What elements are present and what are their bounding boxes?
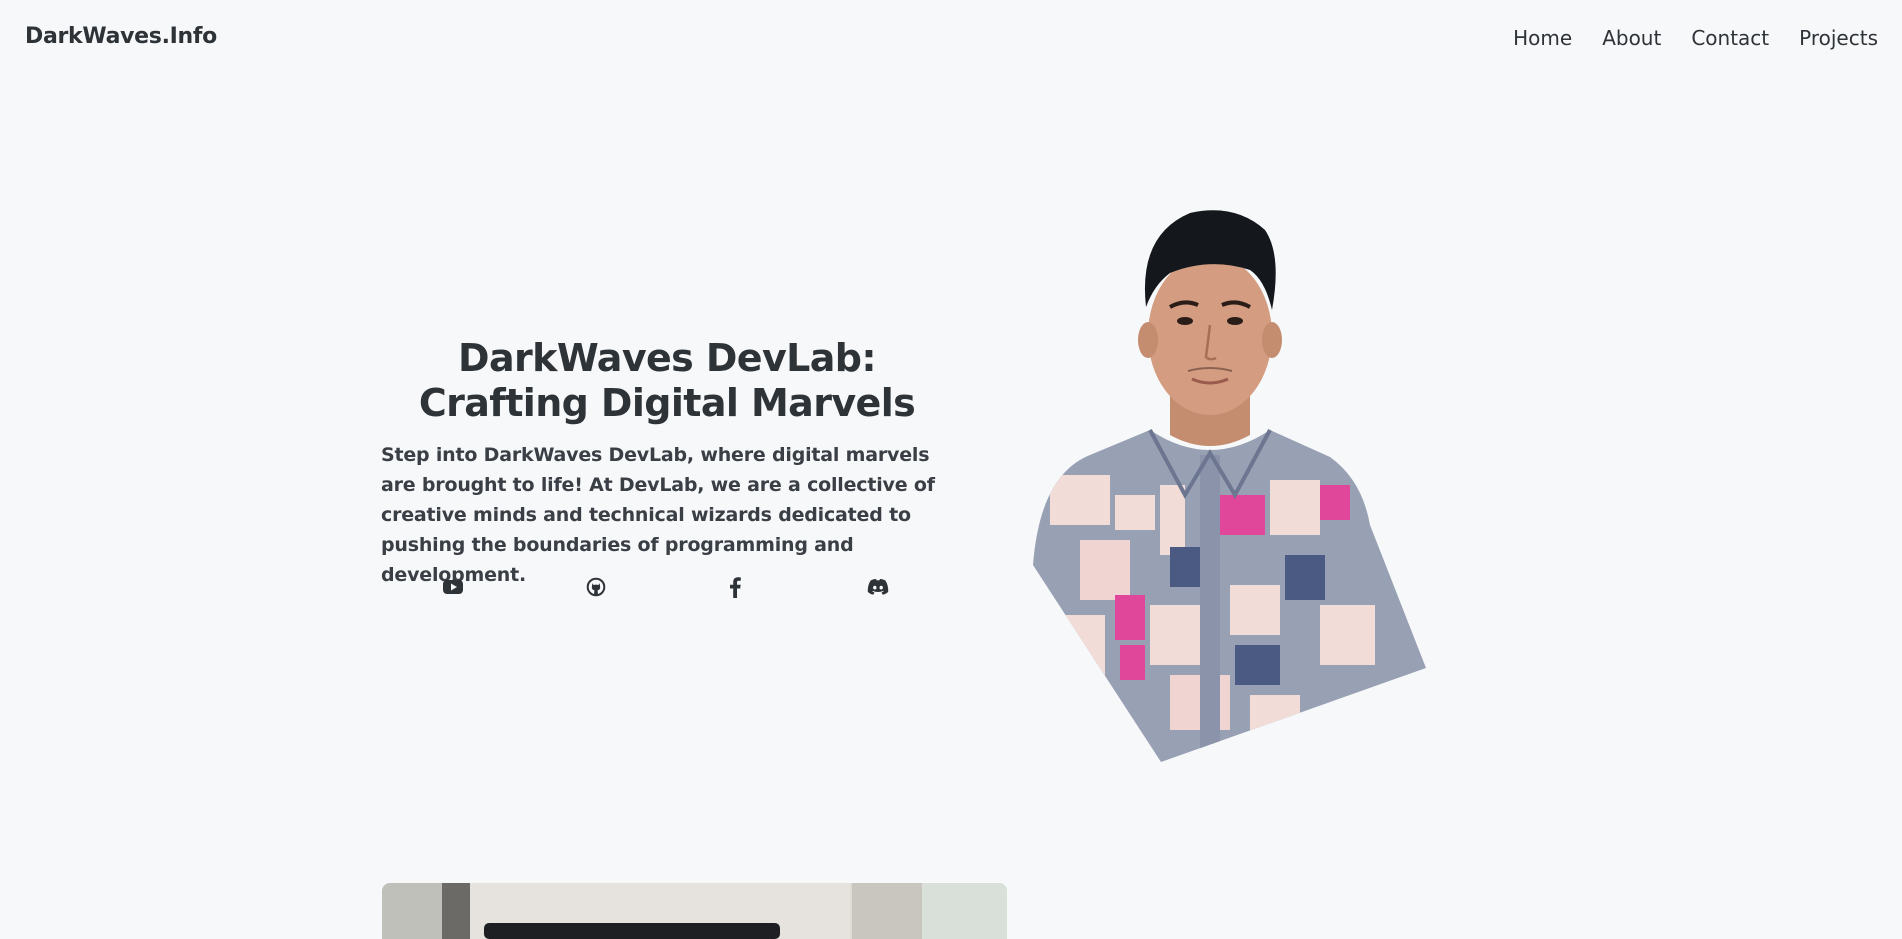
nav-link-about[interactable]: About [1602,26,1661,50]
github-link[interactable] [583,574,609,600]
hero-description: Step into DarkWaves DevLab, where digita… [381,444,935,586]
navbar: DarkWaves.Info Home About Contact Projec… [0,0,1902,80]
site-logo-text[interactable]: DarkWaves.Info [25,24,217,49]
github-icon [586,577,606,597]
hero-title: DarkWaves DevLab: Crafting Digital Marve… [418,336,916,425]
nav-link-home[interactable]: Home [1513,26,1572,50]
youtube-link[interactable] [440,574,466,600]
social-links [381,574,953,602]
youtube-icon [442,578,464,596]
discord-link[interactable] [865,574,891,600]
hero-section: DarkWaves DevLab: Crafting Digital Marve… [381,336,953,590]
facebook-link[interactable] [722,574,748,600]
nav-link-contact[interactable]: Contact [1691,26,1769,50]
facebook-icon [728,576,742,598]
project-card-image[interactable] [382,883,1007,939]
profile-portrait [1020,195,1440,765]
discord-icon [866,578,890,596]
nav-links: Home About Contact Projects [1513,26,1878,50]
nav-link-projects[interactable]: Projects [1799,26,1878,50]
